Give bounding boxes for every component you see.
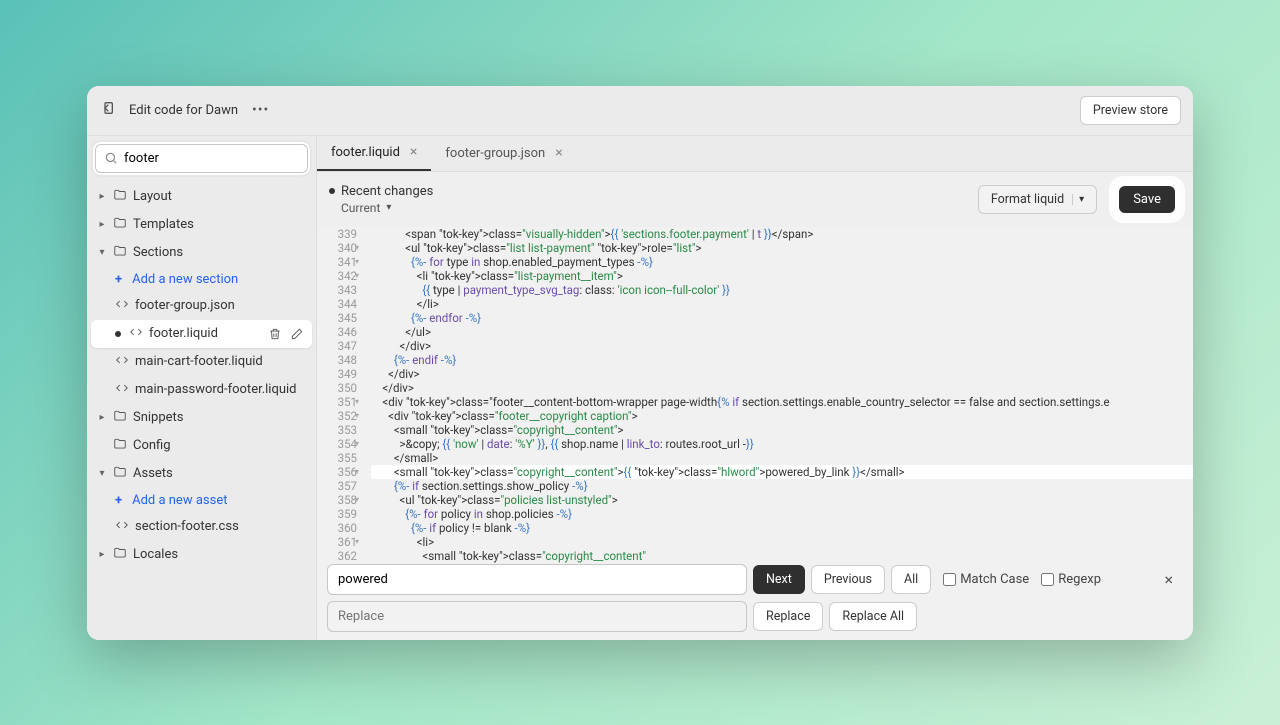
tabs: footer.liquid × footer-group.json × (317, 136, 1193, 172)
tab-label: footer.liquid (331, 145, 400, 160)
sidebar: ▸ Layout ▸ Templates ▾ Sections + Add a … (87, 136, 317, 640)
file-main-cart-footer[interactable]: main-cart-footer.liquid (87, 348, 316, 376)
folder-icon (113, 437, 127, 455)
file-footer-group-json[interactable]: footer-group.json (87, 292, 316, 320)
find-replace-bar: Next Previous All Match Case Regexp × Re… (327, 564, 1181, 632)
subbar: Recent changes Current ▾ Format liquid ▾… (317, 172, 1193, 227)
previous-button[interactable]: Previous (811, 565, 885, 594)
edit-icon[interactable] (290, 327, 304, 341)
chevron-right-icon: ▸ (97, 549, 107, 560)
code-editor-window: Edit code for Dawn ••• Preview store ▸ L… (87, 86, 1193, 640)
folder-icon (113, 244, 127, 262)
code-icon (115, 297, 129, 315)
add-section-button[interactable]: + Add a new section (87, 267, 316, 292)
add-asset-label: Add a new asset (132, 493, 227, 508)
file-label: footer.liquid (149, 326, 218, 341)
replace-all-button[interactable]: Replace All (829, 602, 917, 631)
tab-label: footer-group.json (445, 146, 545, 161)
trash-icon[interactable] (268, 327, 282, 341)
exit-icon[interactable] (99, 100, 115, 120)
file-label: section-footer.css (135, 519, 239, 534)
code-icon (115, 353, 129, 371)
folder-label: Templates (133, 217, 194, 232)
regexp-checkbox[interactable]: Regexp (1041, 572, 1101, 587)
replace-input[interactable] (327, 601, 747, 632)
folder-layout[interactable]: ▸ Layout (87, 183, 316, 211)
folder-label: Snippets (133, 410, 184, 425)
search-icon (104, 151, 118, 165)
unsaved-dot-icon (115, 331, 121, 337)
close-icon[interactable]: × (1156, 566, 1181, 593)
folder-label: Assets (133, 466, 173, 481)
current-label: Current (341, 201, 380, 215)
folder-icon (113, 188, 127, 206)
folder-sections[interactable]: ▾ Sections (87, 239, 316, 267)
replace-button[interactable]: Replace (753, 602, 823, 631)
tab-footer-liquid[interactable]: footer.liquid × (317, 136, 431, 171)
format-label: Format liquid (991, 192, 1064, 207)
close-icon[interactable]: × (410, 144, 417, 160)
file-footer-liquid[interactable]: footer.liquid (91, 320, 312, 348)
folder-icon (113, 465, 127, 483)
file-main-password-footer[interactable]: main-password-footer.liquid (87, 376, 316, 404)
folder-label: Sections (133, 245, 183, 260)
folder-label: Layout (133, 189, 172, 204)
folder-icon (113, 546, 127, 564)
code-icon (115, 381, 129, 399)
unsaved-dot-icon (329, 188, 335, 194)
save-button[interactable]: Save (1119, 186, 1175, 213)
add-section-label: Add a new section (132, 272, 238, 287)
plus-icon: + (115, 272, 122, 287)
more-icon[interactable]: ••• (252, 102, 269, 118)
chevron-right-icon: ▸ (97, 412, 107, 423)
all-button[interactable]: All (891, 565, 931, 594)
preview-store-button[interactable]: Preview store (1080, 96, 1181, 125)
close-icon[interactable]: × (555, 145, 562, 161)
file-label: footer-group.json (135, 298, 235, 313)
folder-label: Config (133, 438, 171, 453)
topbar: Edit code for Dawn ••• Preview store (87, 86, 1193, 136)
chevron-down-icon: ▾ (386, 202, 391, 213)
page-title: Edit code for Dawn (129, 103, 238, 118)
folder-config[interactable]: Config (87, 432, 316, 460)
next-button[interactable]: Next (753, 565, 805, 594)
add-asset-button[interactable]: + Add a new asset (87, 488, 316, 513)
folder-label: Locales (133, 547, 178, 562)
file-section-footer-css[interactable]: section-footer.css (87, 513, 316, 541)
folder-assets[interactable]: ▾ Assets (87, 460, 316, 488)
folder-icon (113, 216, 127, 234)
recent-changes-label[interactable]: Recent changes (341, 184, 433, 199)
folder-locales[interactable]: ▸ Locales (87, 541, 316, 569)
match-case-checkbox[interactable]: Match Case (943, 572, 1029, 587)
code-icon (115, 518, 129, 536)
find-input[interactable] (327, 564, 747, 595)
chevron-down-icon: ▾ (97, 468, 107, 479)
version-selector[interactable]: Current ▾ (341, 201, 433, 215)
folder-snippets[interactable]: ▸ Snippets (87, 404, 316, 432)
file-label: main-password-footer.liquid (135, 382, 297, 397)
chevron-down-icon: ▾ (97, 247, 107, 258)
chevron-down-icon[interactable]: ▾ (1072, 194, 1084, 205)
folder-templates[interactable]: ▸ Templates (87, 211, 316, 239)
tab-footer-group-json[interactable]: footer-group.json × (431, 136, 576, 171)
folder-icon (113, 409, 127, 427)
code-icon (129, 325, 143, 343)
file-label: main-cart-footer.liquid (135, 354, 263, 369)
search-input[interactable] (95, 144, 308, 173)
search-field[interactable] (124, 151, 299, 166)
format-liquid-button[interactable]: Format liquid ▾ (978, 185, 1097, 214)
plus-icon: + (115, 493, 122, 508)
chevron-right-icon: ▸ (97, 191, 107, 202)
chevron-right-icon: ▸ (97, 219, 107, 230)
